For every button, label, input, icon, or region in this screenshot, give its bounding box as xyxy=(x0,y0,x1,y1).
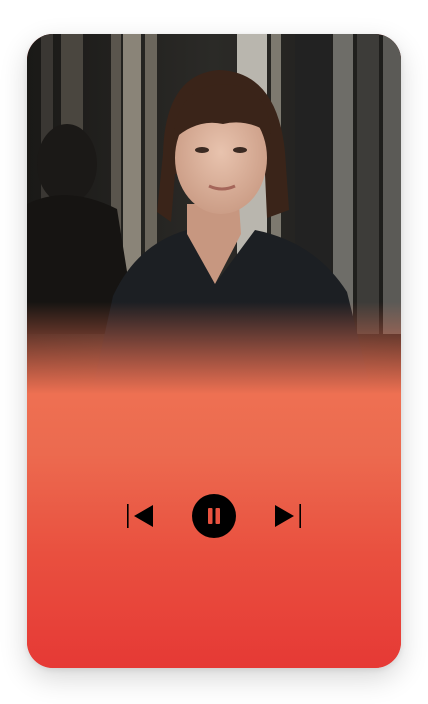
previous-button[interactable] xyxy=(125,503,155,529)
music-player-card xyxy=(27,34,401,668)
next-button[interactable] xyxy=(273,503,303,529)
pause-icon xyxy=(192,494,236,538)
pause-button[interactable] xyxy=(191,493,237,539)
skip-previous-icon xyxy=(127,504,153,528)
playback-controls xyxy=(27,493,401,539)
skip-next-icon xyxy=(275,504,301,528)
gradient-overlay xyxy=(27,34,401,668)
